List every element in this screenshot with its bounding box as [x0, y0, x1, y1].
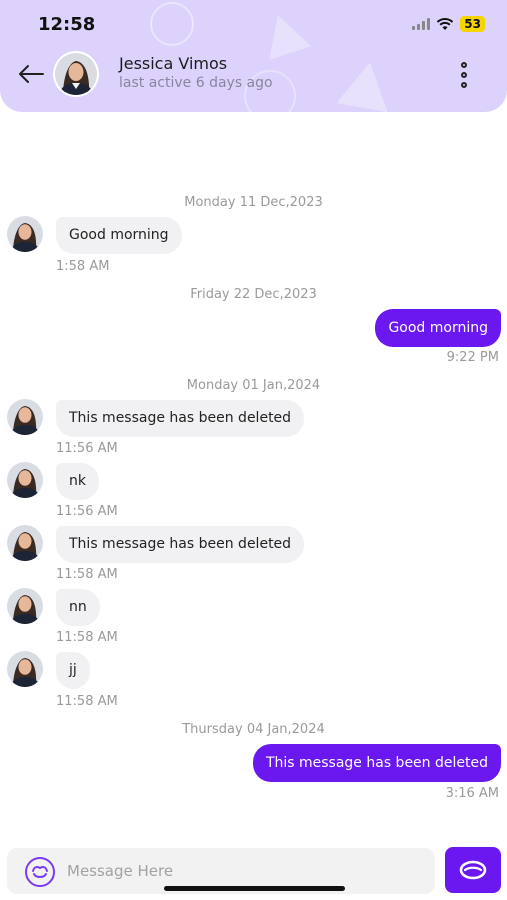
date-separator: Monday 11 Dec,2023	[184, 195, 323, 210]
sender-avatar	[7, 399, 43, 435]
message-time: 11:58 AM	[56, 567, 118, 582]
date-separator: Friday 22 Dec,2023	[190, 287, 317, 302]
sender-avatar	[7, 525, 43, 561]
date-separator: Thursday 04 Jan,2024	[182, 722, 325, 737]
more-options-button[interactable]	[454, 62, 474, 88]
last-active-status: last active 6 days ago	[119, 75, 273, 91]
message-time: 9:22 PM	[446, 350, 499, 365]
status-time: 12:58	[38, 14, 96, 35]
incoming-message[interactable]: jj	[56, 652, 90, 689]
sender-avatar	[7, 651, 43, 687]
home-indicator	[164, 886, 345, 891]
message-time: 11:58 AM	[56, 630, 118, 645]
arrow-left-icon	[19, 65, 44, 83]
incoming-message[interactable]: This message has been deleted	[56, 526, 305, 563]
message-time: 3:16 AM	[445, 786, 499, 801]
outgoing-message[interactable]: This message has been deleted	[252, 744, 501, 782]
chat-header: 12:58 53 Jessica Vimos last active 6 day…	[0, 0, 507, 112]
back-button[interactable]	[16, 62, 46, 86]
vertical-dots-icon	[461, 62, 467, 68]
date-separator: Monday 01 Jan,2024	[186, 378, 321, 393]
wifi-icon	[437, 18, 454, 30]
message-time: 11:58 AM	[56, 694, 118, 709]
contact-name[interactable]: Jessica Vimos	[119, 54, 227, 73]
message-time: 11:56 AM	[56, 504, 118, 519]
outgoing-message[interactable]: Good morning	[375, 309, 501, 347]
incoming-message[interactable]: nk	[56, 463, 99, 500]
incoming-message[interactable]: This message has been deleted	[56, 400, 305, 437]
contact-avatar[interactable]	[53, 51, 107, 97]
avatar-photo	[55, 53, 97, 95]
sender-avatar	[7, 216, 43, 252]
decor-triangle	[336, 57, 396, 112]
message-time: 1:58 AM	[56, 259, 110, 274]
incoming-message[interactable]: nn	[56, 589, 100, 626]
sender-avatar	[7, 588, 43, 624]
decor-triangle	[256, 8, 312, 60]
incoming-message[interactable]: Good morning	[56, 217, 182, 254]
emoji-button[interactable]	[25, 857, 55, 887]
status-icons: 53	[412, 16, 485, 32]
signal-icon	[412, 18, 431, 30]
sender-avatar	[7, 462, 43, 498]
message-time: 11:56 AM	[56, 441, 118, 456]
send-icon	[459, 860, 487, 880]
decor-circle	[150, 2, 194, 46]
smiley-icon	[32, 866, 48, 878]
battery-indicator: 53	[460, 16, 485, 32]
send-button[interactable]	[445, 847, 501, 893]
